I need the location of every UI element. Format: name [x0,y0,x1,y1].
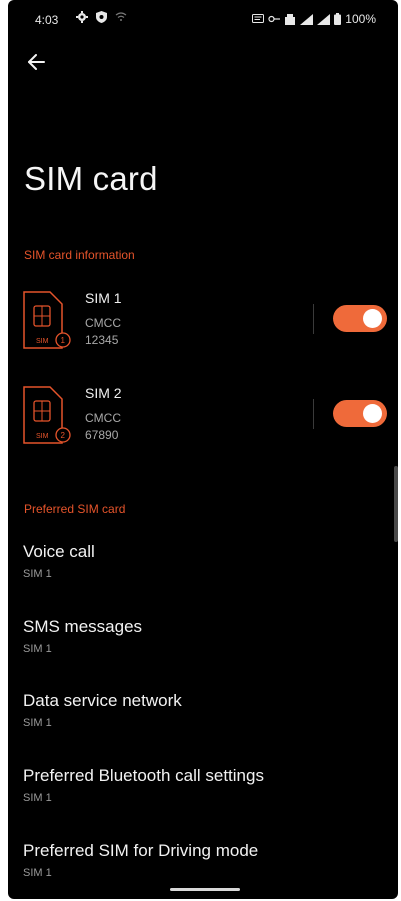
sim1-toggle[interactable] [333,305,387,332]
alarm-icon [285,13,296,25]
pref-data-service-network[interactable]: Data service network SIM 1 [8,691,398,749]
battery-percent: 100% [345,12,376,26]
message-icon [252,13,265,23]
back-button[interactable] [24,50,48,74]
section-header-sim-info: SIM card information [24,248,135,262]
sim-carrier: CMCC [85,411,121,425]
wifi-off-icon [115,12,127,21]
sim-badge-number: 1 [61,336,66,345]
signal-sim1-icon [300,13,314,25]
phone-screen: 4:03 100% SIM card SIM card information … [8,0,398,899]
navigation-handle[interactable] [170,888,240,891]
pref-value: SIM 1 [23,568,52,580]
status-right-icons: 100% [252,12,376,26]
pref-title: SMS messages [23,617,143,636]
row-divider [313,399,314,429]
pref-voice-call[interactable]: Voice call SIM 1 [8,542,398,600]
pref-value: SIM 1 [23,717,52,729]
pref-value: SIM 1 [23,643,52,655]
status-left-icons [76,11,127,23]
pref-value: SIM 1 [23,792,52,804]
shield-icon [96,11,107,23]
page-title: SIM card [24,160,158,197]
toggle-knob [363,404,382,423]
sim-badge-label: SIM [36,433,49,440]
sim-card-icon: SIM 2 [23,386,71,444]
sim-badge-number: 2 [61,431,66,440]
sim-name: SIM 1 [85,290,122,306]
pref-value: SIM 1 [23,867,52,879]
pref-title: Voice call [23,542,95,561]
key-icon [268,15,281,23]
row-divider [313,304,314,334]
battery-icon [334,13,342,25]
sim-number: 67890 [85,428,119,442]
sim-row-1: SIM 1 SIM 1 CMCC 12345 [8,290,398,370]
status-time: 4:03 [35,13,59,27]
pref-bluetooth-call-settings[interactable]: Preferred Bluetooth call settings SIM 1 [8,766,398,824]
arrow-left-icon [28,54,45,70]
scrollbar[interactable] [394,466,398,542]
status-bar: 4:03 100% [8,0,398,40]
sim-card-icon: SIM 1 [23,291,71,349]
sim-number: 12345 [85,333,119,347]
sim-row-2: SIM 2 SIM 2 CMCC 67890 [8,385,398,465]
pref-sms-messages[interactable]: SMS messages SIM 1 [8,617,398,675]
section-header-preferred: Preferred SIM card [24,502,126,516]
pref-title: Preferred SIM for Driving mode [23,841,259,860]
toggle-knob [363,309,382,328]
sim-name: SIM 2 [85,385,122,401]
sim-badge-label: SIM [36,338,49,345]
signal-sim2-icon [317,13,331,25]
pref-title: Data service network [23,691,182,710]
pref-title: Preferred Bluetooth call settings [23,766,264,785]
sim-carrier: CMCC [85,316,121,330]
sim2-toggle[interactable] [333,400,387,427]
settings-gear-icon [76,11,88,23]
